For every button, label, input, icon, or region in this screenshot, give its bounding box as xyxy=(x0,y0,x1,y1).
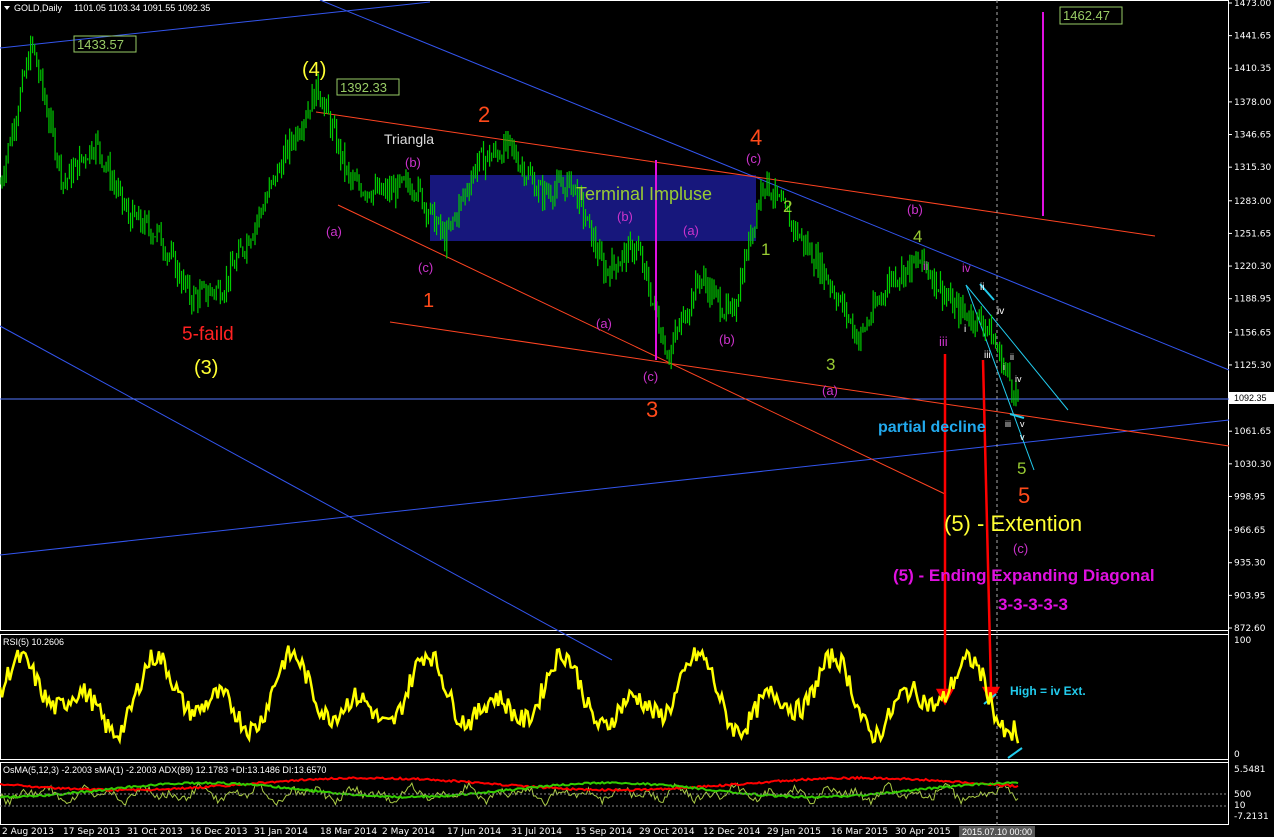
date-tick: 17 Sep 2013 xyxy=(63,827,120,837)
price-tick: 1410.35 xyxy=(1234,64,1271,74)
cursor-date-tag: 2015.07.10 00:00 xyxy=(959,826,1035,837)
osma-title: OsMA(5,12,3) -2.2003 sMA(1) -2.2003 ADX(… xyxy=(3,765,326,775)
current-price-value: 1092.35 xyxy=(1234,393,1267,403)
date-tick: 30 Apr 2015 xyxy=(895,827,951,837)
date-tick: 29 Oct 2014 xyxy=(639,827,695,837)
price-tick: 1315.30 xyxy=(1234,163,1271,173)
time-axis: 2 Aug 2013 17 Sep 2013 31 Oct 2013 16 Dec 2… xyxy=(2,827,951,837)
roman-iii-3: iii xyxy=(1005,419,1011,429)
price-tick: 1061.65 xyxy=(1234,427,1271,437)
five-faild-label: 5-faild xyxy=(182,324,234,345)
roman-iii-1: iii xyxy=(939,334,948,349)
wave-orange-2: 2 xyxy=(478,102,490,127)
wave-green-5: 5 xyxy=(1017,459,1026,478)
osma-tick-3: 10 xyxy=(1234,801,1246,811)
wave-green-4: 4 xyxy=(913,227,922,246)
terminal-impulse-label: Terminal Impluse xyxy=(576,184,712,204)
wave-green-2: 2 xyxy=(783,197,792,216)
price-tick: 1156.65 xyxy=(1234,328,1271,338)
date-tick: 31 Jul 2014 xyxy=(511,827,562,837)
osma-tick-4: -7.2131 xyxy=(1234,812,1269,822)
date-tick: 2 May 2014 xyxy=(382,827,435,837)
date-tick: 15 Sep 2014 xyxy=(575,827,632,837)
wave-c-4: (c) xyxy=(1013,541,1028,556)
wave-orange-4: 4 xyxy=(750,125,762,150)
wave-green-3: 3 xyxy=(826,355,835,374)
ohlc-label: 1101.05 1103.34 1091.55 1092.35 xyxy=(74,3,210,13)
price-tick: 1251.65 xyxy=(1234,229,1271,239)
partial-decline-label: partial decline xyxy=(878,419,986,436)
roman-i-2: i xyxy=(1003,362,1005,372)
price-tick: 935.30 xyxy=(1234,559,1266,569)
sequence-label: 3-3-3-3-3 xyxy=(998,595,1068,614)
wave-b-4: (b) xyxy=(907,202,923,217)
price-tick: 1125.30 xyxy=(1234,361,1271,371)
extention-label: (5) - Extention xyxy=(944,511,1082,536)
price-tick: 1473.00 xyxy=(1234,0,1271,9)
roman-i-1: i xyxy=(964,324,966,335)
current-price-tag: 1092.35 xyxy=(1229,392,1274,404)
wave-b-2: (b) xyxy=(617,209,633,224)
price-tick: 1220.30 xyxy=(1234,262,1271,272)
date-tick: 18 Mar 2014 xyxy=(320,827,377,837)
date-tick: 16 Mar 2015 xyxy=(831,827,888,837)
triangla-label: Triangla xyxy=(384,131,434,147)
roman-iv-1: iv xyxy=(962,261,971,275)
wave-c-3: (c) xyxy=(746,151,761,166)
roman-v-2: v xyxy=(1020,432,1025,442)
roman-iv-3: iv xyxy=(1015,374,1022,384)
wave-3-paren: (3) xyxy=(194,357,218,379)
wave-a-4: (a) xyxy=(822,383,838,398)
price-tick: 966.65 xyxy=(1234,526,1266,536)
price-tick: 998.95 xyxy=(1234,492,1266,502)
wave-a-2: (a) xyxy=(683,223,699,238)
date-tick: 31 Oct 2013 xyxy=(127,827,183,837)
roman-ii-2: ii xyxy=(980,282,984,293)
wave-c-2: (c) xyxy=(643,369,658,384)
price-tick: 1283.00 xyxy=(1234,197,1271,207)
rsi-tick-100: 100 xyxy=(1234,636,1251,646)
price-tick: 872.60 xyxy=(1234,624,1266,634)
high-1392-label: 1392.33 xyxy=(340,80,387,95)
roman-iv-2: iv xyxy=(997,306,1004,317)
wave-a-1: (a) xyxy=(326,224,342,239)
wave-green-1: 1 xyxy=(761,240,770,259)
date-tick: 29 Jan 2015 xyxy=(767,827,821,837)
rsi-tick-0: 0 xyxy=(1234,750,1240,760)
price-tick: 1346.65 xyxy=(1234,131,1271,141)
high-iv-label: High = iv Ext. xyxy=(1010,684,1086,698)
osma-tick-2: 500 xyxy=(1234,790,1251,800)
ending-diagonal-label: (5) - Ending Expanding Diagonal xyxy=(893,566,1155,585)
osma-tick-1: 5.5481 xyxy=(1234,765,1266,775)
wave-a-3: (a) xyxy=(596,316,612,331)
wave-4-paren: (4) xyxy=(302,59,326,81)
price-tick: 1030.30 xyxy=(1234,460,1271,470)
date-tick: 12 Dec 2014 xyxy=(703,827,761,837)
high-1433-label: 1433.57 xyxy=(77,37,124,52)
cursor-date-value: 2015.07.10 00:00 xyxy=(962,827,1032,837)
price-tick: 1378.00 xyxy=(1234,98,1271,108)
wave-c-1: (c) xyxy=(418,260,433,275)
date-tick: 16 Dec 2013 xyxy=(190,827,248,837)
roman-v-1: v xyxy=(1020,419,1025,429)
date-tick: 2 Aug 2013 xyxy=(2,827,54,837)
date-tick: 17 Jun 2014 xyxy=(447,827,501,837)
wave-orange-5: 5 xyxy=(1018,483,1030,508)
price-tick: 1441.65 xyxy=(1234,32,1271,42)
roman-iii-2: iii xyxy=(984,350,991,361)
chart-window: 1433.57 1392.33 1462.47 (4) Triangla (b)… xyxy=(0,0,1274,837)
rsi-title: RSI(5) 10.2606 xyxy=(3,637,64,647)
target-1462-label: 1462.47 xyxy=(1063,8,1110,23)
date-tick: 31 Jan 2014 xyxy=(254,827,308,837)
roman-ii-1: ii xyxy=(923,259,928,273)
price-tick: 1188.95 xyxy=(1234,295,1271,305)
roman-ii-3: ii xyxy=(1010,352,1014,362)
wave-orange-3: 3 xyxy=(646,397,658,422)
price-tick: 903.95 xyxy=(1234,591,1266,601)
wave-orange-1: 1 xyxy=(423,290,434,312)
wave-b-3: (b) xyxy=(719,332,735,347)
wave-b-1: (b) xyxy=(405,155,421,170)
symbol-label: GOLD,Daily xyxy=(14,3,63,13)
